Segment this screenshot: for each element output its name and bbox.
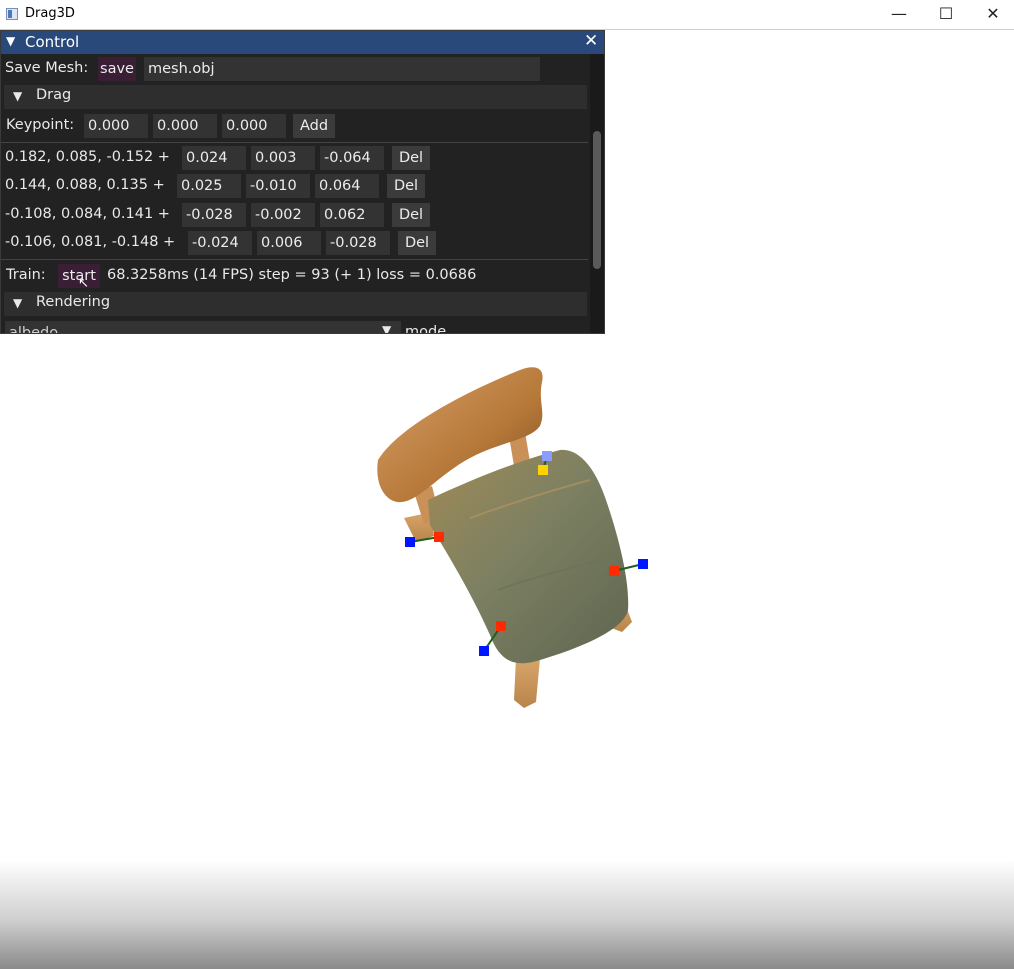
keypoint-source-handle[interactable]	[496, 621, 506, 631]
panel-scrollbar-thumb[interactable]	[593, 131, 601, 269]
point-dz-input[interactable]: -0.028	[326, 231, 390, 255]
separator	[1, 142, 588, 143]
render-mode-value: albedo	[9, 325, 59, 334]
delete-point-button[interactable]: Del	[392, 203, 430, 227]
delete-point-button[interactable]: Del	[398, 231, 436, 255]
render-mode-select[interactable]: albedo	[5, 321, 401, 334]
point-dx-input[interactable]: -0.024	[188, 231, 252, 255]
point-dz-input[interactable]: -0.064	[320, 146, 384, 170]
delete-point-button[interactable]: Del	[392, 146, 430, 170]
point-base-coords: 0.182, 0.085, -0.152 +	[5, 149, 170, 165]
window-titlebar: Drag3D — ☐ ✕	[0, 0, 1014, 30]
close-icon[interactable]: ✕	[584, 31, 598, 51]
keypoint-target-handle[interactable]	[479, 646, 489, 656]
train-status: 68.3258ms (14 FPS) step = 93 (+ 1) loss …	[107, 267, 477, 283]
point-dx-input[interactable]: -0.028	[182, 203, 246, 227]
point-base-coords: -0.106, 0.081, -0.148 +	[5, 234, 176, 250]
maximize-button[interactable]: ☐	[923, 0, 969, 30]
keypoint-source-handle[interactable]	[434, 532, 444, 542]
point-dy-input[interactable]: -0.010	[246, 174, 310, 198]
separator	[1, 259, 588, 260]
delete-point-button[interactable]: Del	[387, 174, 425, 198]
window-title: Drag3D	[25, 6, 75, 21]
point-dx-input[interactable]: 0.025	[177, 174, 241, 198]
keypoint-y-input[interactable]: 0.000	[153, 114, 217, 138]
control-panel-title: Control	[25, 33, 80, 51]
drag-section-header[interactable]: ▼ Drag	[4, 85, 587, 109]
collapse-triangle-icon[interactable]: ▼	[6, 34, 15, 48]
render-mode-label: mode	[405, 324, 447, 334]
keypoint-target-handle[interactable]	[405, 537, 415, 547]
control-panel[interactable]: ▼ Control ✕ Save Mesh: save mesh.obj ▼ D…	[0, 30, 605, 334]
save-mesh-label: Save Mesh:	[5, 60, 89, 76]
point-dy-input[interactable]: 0.003	[251, 146, 315, 170]
keypoint-target-handle[interactable]	[638, 559, 648, 569]
drag-section-title: Drag	[36, 87, 72, 103]
save-button[interactable]: save	[98, 57, 136, 81]
rendering-section-title: Rendering	[36, 294, 111, 310]
collapse-triangle-icon[interactable]: ▼	[13, 89, 22, 103]
point-base-coords: -0.108, 0.084, 0.141 +	[5, 206, 170, 222]
keypoint-label: Keypoint:	[6, 117, 75, 133]
collapse-triangle-icon[interactable]: ▼	[13, 296, 22, 310]
point-dx-input[interactable]: 0.024	[182, 146, 246, 170]
add-keypoint-button[interactable]: Add	[293, 114, 335, 138]
keypoint-target-handle[interactable]	[542, 451, 552, 461]
chevron-down-icon[interactable]: ▼	[382, 323, 391, 333]
keypoint-x-input[interactable]: 0.000	[84, 114, 148, 138]
rendering-section-header[interactable]: ▼ Rendering	[4, 292, 587, 316]
keypoint-source-handle[interactable]	[609, 566, 619, 576]
mesh-filename-input[interactable]: mesh.obj	[144, 57, 540, 81]
keypoint-source-handle[interactable]	[538, 465, 548, 475]
point-base-coords: 0.144, 0.088, 0.135 +	[5, 177, 165, 193]
mouse-cursor-icon: ↖	[78, 276, 89, 291]
train-label: Train:	[6, 267, 46, 283]
window-close-button[interactable]: ✕	[970, 0, 1014, 30]
point-dy-input[interactable]: 0.006	[257, 231, 321, 255]
control-panel-header[interactable]: ▼ Control ✕	[1, 31, 604, 54]
point-dy-input[interactable]: -0.002	[251, 203, 315, 227]
keypoint-z-input[interactable]: 0.000	[222, 114, 286, 138]
app-window-icon	[6, 8, 18, 20]
point-dz-input[interactable]: 0.064	[315, 174, 379, 198]
minimize-button[interactable]: —	[876, 0, 922, 30]
chair-seat	[428, 449, 629, 664]
point-dz-input[interactable]: 0.062	[320, 203, 384, 227]
